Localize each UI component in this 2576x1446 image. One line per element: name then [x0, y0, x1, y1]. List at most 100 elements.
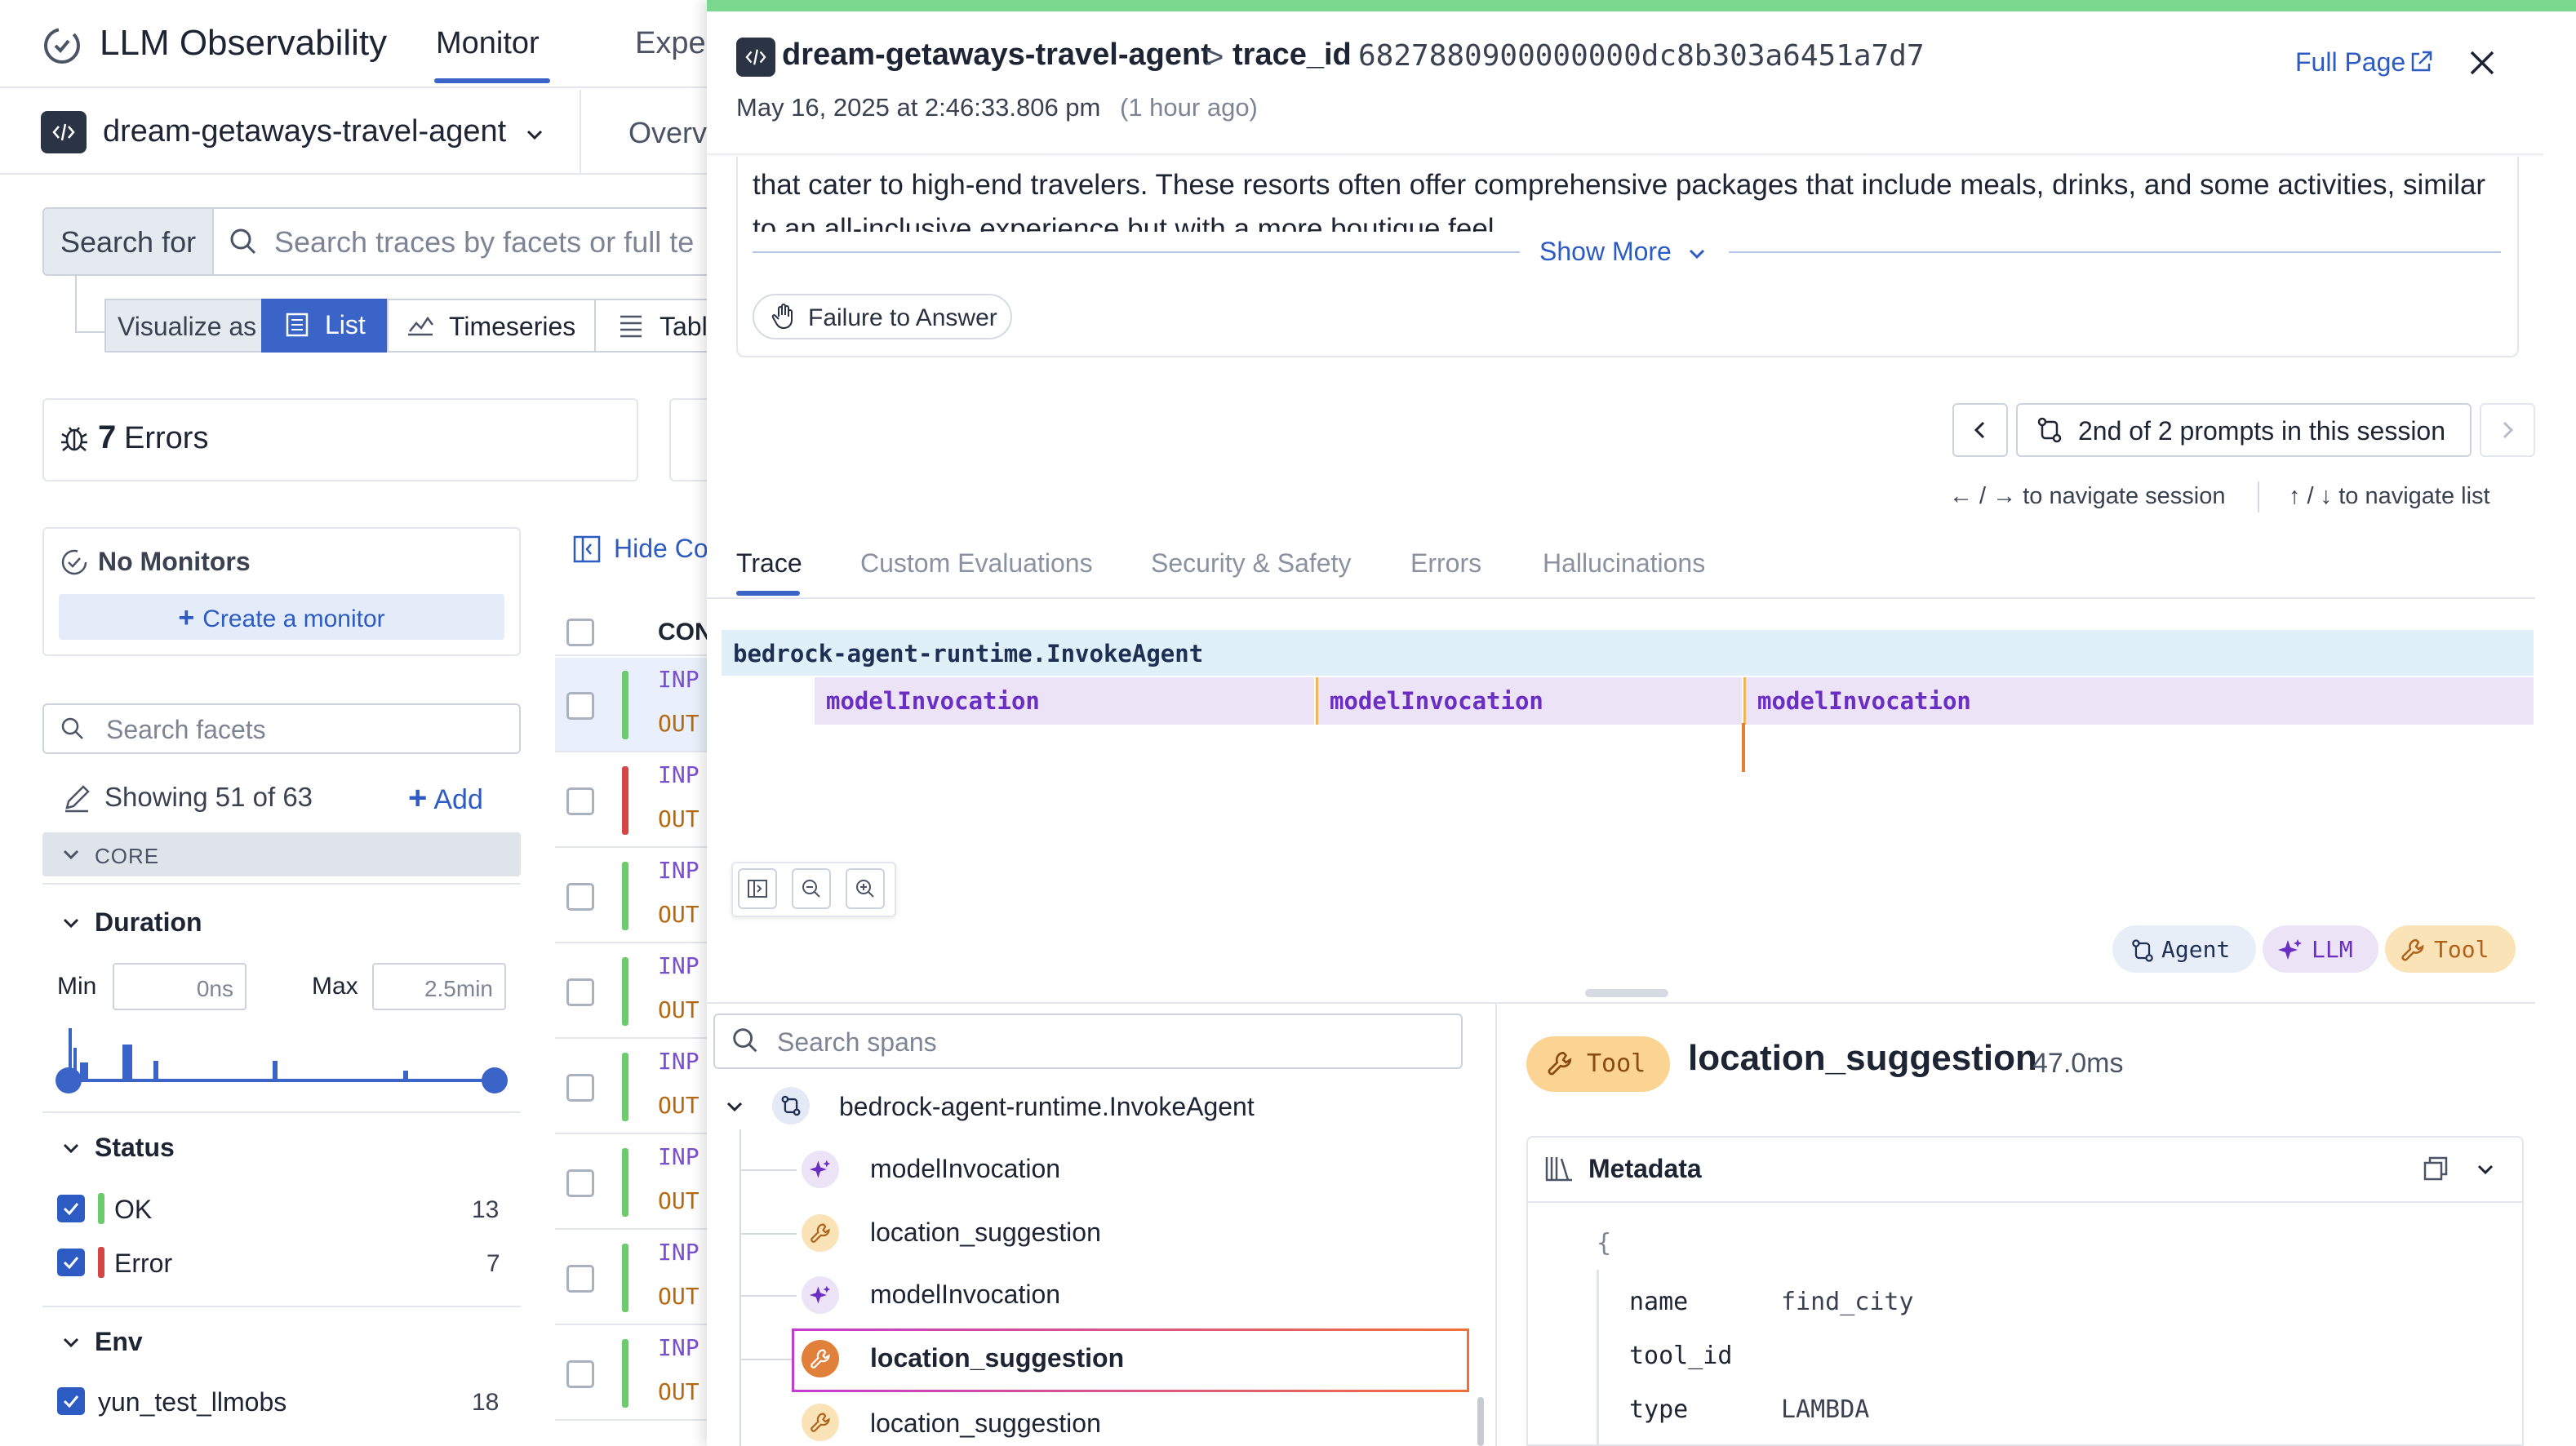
tab-security-safety[interactable]: Security & Safety	[1151, 548, 1351, 579]
panel-app-name[interactable]: dream-getaways-travel-agent	[782, 38, 1211, 73]
select-all-checkbox[interactable]	[566, 619, 594, 646]
metadata-value[interactable]: LAMBDA	[1781, 1395, 1869, 1424]
row-checkbox[interactable]	[566, 883, 594, 911]
row-checkbox[interactable]	[566, 787, 594, 815]
chevron-down-icon[interactable]	[60, 912, 82, 934]
chevron-down-icon[interactable]	[60, 1138, 82, 1159]
row-input-label: INP	[658, 761, 700, 788]
flamegraph-span[interactable]: modelInvocation	[1316, 677, 1742, 725]
core-facet-group[interactable]: CORE	[42, 832, 521, 876]
row-status-bar	[622, 862, 628, 930]
flamegraph-tool-span[interactable]	[1742, 723, 1745, 772]
duration-facet-title[interactable]: Duration	[95, 907, 202, 938]
status-facet-title[interactable]: Status	[95, 1133, 175, 1163]
facet-search-input[interactable]: Search facets	[42, 703, 521, 754]
env-checkbox[interactable]	[57, 1387, 85, 1415]
row-input-label: INP	[658, 1143, 700, 1170]
status-ok-checkbox[interactable]	[57, 1195, 85, 1222]
status-ok-label: OK	[114, 1195, 152, 1225]
row-checkbox[interactable]	[566, 692, 594, 720]
expand-panel-icon[interactable]	[738, 868, 777, 909]
tab-errors[interactable]: Errors	[1410, 548, 1481, 579]
chevron-down-icon[interactable]	[522, 122, 547, 147]
tree-guide	[739, 1295, 797, 1297]
close-icon[interactable]	[2465, 46, 2499, 80]
wrench-icon	[802, 1404, 839, 1441]
ml-app-selector[interactable]: dream-getaways-travel-agent	[103, 114, 506, 149]
row-output-label: OUT	[658, 1187, 700, 1214]
flamegraph-span[interactable]: modelInvocation	[1743, 677, 2534, 725]
hide-columns-icon[interactable]	[571, 534, 602, 565]
nav-experiments-tab[interactable]: Exper	[635, 26, 716, 61]
vertical-divider[interactable]	[1495, 1004, 1497, 1446]
duration-min-input[interactable]: 0ns	[113, 963, 246, 1010]
tab-overview[interactable]: Overv	[628, 116, 707, 150]
row-checkbox[interactable]	[566, 1360, 594, 1388]
next-prompt-button[interactable]	[2480, 403, 2535, 457]
flamegraph-root-span[interactable]: bedrock-agent-runtime.InvokeAgent	[722, 630, 2534, 676]
row-checkbox[interactable]	[566, 1074, 594, 1102]
env-facet-title[interactable]: Env	[95, 1327, 143, 1357]
tree-guide	[739, 1233, 797, 1235]
show-more-button[interactable]: Show More	[1539, 237, 1672, 267]
row-status-bar	[622, 1053, 628, 1121]
scrollbar[interactable]	[1477, 1397, 1484, 1446]
tab-hallucinations[interactable]: Hallucinations	[1543, 548, 1705, 579]
chevron-down-icon[interactable]	[723, 1095, 746, 1118]
nav-monitor-tab[interactable]: Monitor	[436, 26, 540, 61]
divider	[42, 1306, 521, 1307]
search-icon	[227, 225, 260, 258]
duration-max-input[interactable]: 2.5min	[372, 963, 506, 1010]
span-search-input[interactable]: Search spans	[713, 1014, 1463, 1069]
chevron-down-icon[interactable]	[60, 1332, 82, 1353]
status-error-checkbox[interactable]	[57, 1249, 85, 1276]
chevron-down-icon[interactable]	[2473, 1157, 2498, 1182]
tree-root-span[interactable]: bedrock-agent-runtime.InvokeAgent	[839, 1092, 1255, 1122]
tree-span-label[interactable]: location_suggestion	[870, 1218, 1101, 1248]
search-icon	[730, 1025, 761, 1056]
session-indicator[interactable]: 2nd of 2 prompts in this session	[2016, 403, 2472, 457]
status-ok-count: 13	[472, 1196, 499, 1224]
sparkle-icon	[802, 1151, 839, 1188]
tree-span-label[interactable]: location_suggestion	[870, 1343, 1124, 1373]
duration-slider-max-handle[interactable]	[482, 1067, 508, 1093]
full-page-link[interactable]: Full Page	[2295, 47, 2405, 78]
tree-span-label[interactable]: location_suggestion	[870, 1408, 1101, 1439]
hide-controls-button[interactable]: Hide Co	[614, 534, 708, 564]
row-checkbox[interactable]	[566, 978, 594, 1006]
external-link-icon[interactable]	[2408, 49, 2434, 75]
create-monitor-button[interactable]: +Create a monitor	[59, 594, 504, 640]
trace-search-input[interactable]: Search traces by facets or full te	[212, 207, 735, 276]
chevron-down-icon[interactable]	[1686, 243, 1708, 264]
divider	[42, 883, 521, 885]
row-checkbox[interactable]	[566, 1265, 594, 1293]
copy-icon[interactable]	[2421, 1154, 2450, 1183]
column-header[interactable]: CON	[658, 619, 713, 646]
tree-span-label[interactable]: modelInvocation	[870, 1154, 1060, 1184]
tree-span-label[interactable]: modelInvocation	[870, 1280, 1060, 1310]
facets-showing-count: Showing 51 of 63	[104, 782, 313, 813]
row-status-bar	[622, 766, 628, 835]
tab-custom-evaluations[interactable]: Custom Evaluations	[860, 548, 1093, 579]
wrench-icon	[802, 1340, 839, 1377]
resize-handle[interactable]	[1585, 989, 1668, 997]
tree-guide	[739, 1169, 797, 1171]
trace-id-value[interactable]: 6827880900000000dc8b303a6451a7d7	[1358, 39, 1925, 73]
row-status-bar	[622, 1148, 628, 1217]
previous-prompt-button[interactable]	[1952, 403, 2008, 457]
flamegraph-span[interactable]: modelInvocation	[815, 677, 1314, 725]
row-status-bar	[622, 957, 628, 1026]
row-input-label: INP	[658, 666, 700, 693]
row-output-label: OUT	[658, 710, 700, 737]
metadata-value[interactable]: find_city	[1781, 1288, 1914, 1316]
zoom-out-icon[interactable]	[792, 868, 831, 909]
pencil-icon[interactable]	[60, 782, 93, 814]
viz-list-button[interactable]: List	[261, 299, 389, 353]
add-facet-button[interactable]: +Add	[408, 780, 483, 817]
agent-icon	[2129, 937, 2156, 965]
tab-trace[interactable]: Trace	[736, 548, 802, 579]
row-status-bar	[622, 671, 628, 739]
row-checkbox[interactable]	[566, 1169, 594, 1197]
zoom-in-icon[interactable]	[846, 868, 885, 909]
duration-slider-min-handle[interactable]	[56, 1067, 82, 1093]
